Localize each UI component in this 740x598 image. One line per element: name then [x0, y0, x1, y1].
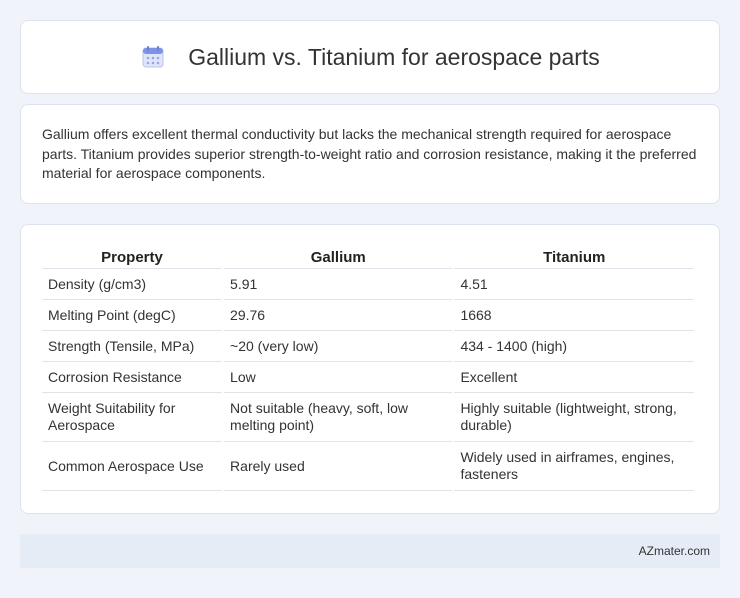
table-cell: 1668 — [454, 300, 694, 331]
table-row: Corrosion Resistance Low Excellent — [42, 362, 694, 393]
column-header-property: Property — [42, 245, 223, 269]
table-cell: ~20 (very low) — [224, 331, 453, 362]
table-cell: Density (g/cm3) — [42, 269, 223, 300]
table-cell: Highly suitable (lightweight, strong, du… — [454, 393, 694, 442]
column-header-titanium: Titanium — [454, 245, 694, 269]
comparison-table-card: Property Gallium Titanium Density (g/cm3… — [20, 224, 720, 514]
table-cell: Corrosion Resistance — [42, 362, 223, 393]
table-cell: Common Aerospace Use — [42, 442, 223, 491]
table-cell: 29.76 — [224, 300, 453, 331]
table-header-row: Property Gallium Titanium — [42, 245, 694, 269]
table-cell: 5.91 — [224, 269, 453, 300]
column-header-gallium: Gallium — [224, 245, 453, 269]
table-cell: Weight Suitability for Aerospace — [42, 393, 223, 442]
comparison-table: Property Gallium Titanium Density (g/cm3… — [40, 245, 696, 491]
table-cell: 4.51 — [454, 269, 694, 300]
calendar-icon — [142, 46, 164, 68]
table-row: Strength (Tensile, MPa) ~20 (very low) 4… — [42, 331, 694, 362]
summary-text: Gallium offers excellent thermal conduct… — [42, 126, 697, 181]
table-row: Density (g/cm3) 5.91 4.51 — [42, 269, 694, 300]
table-cell: Rarely used — [224, 442, 453, 491]
table-cell: Melting Point (degC) — [42, 300, 223, 331]
table-cell: Widely used in airframes, engines, faste… — [454, 442, 694, 491]
table-cell: Not suitable (heavy, soft, low melting p… — [224, 393, 453, 442]
footer: AZmater.com — [20, 534, 720, 568]
summary-card: Gallium offers excellent thermal conduct… — [20, 104, 720, 204]
table-cell: Low — [224, 362, 453, 393]
title-card: Gallium vs. Titanium for aerospace parts — [20, 20, 720, 94]
table-cell: Strength (Tensile, MPa) — [42, 331, 223, 362]
footer-site-link[interactable]: AZmater.com — [639, 544, 710, 558]
table-row: Melting Point (degC) 29.76 1668 — [42, 300, 694, 331]
table-row: Weight Suitability for Aerospace Not sui… — [42, 393, 694, 442]
page-title: Gallium vs. Titanium for aerospace parts — [188, 43, 600, 70]
table-cell: Excellent — [454, 362, 694, 393]
table-cell: 434 - 1400 (high) — [454, 331, 694, 362]
table-row: Common Aerospace Use Rarely used Widely … — [42, 442, 694, 491]
